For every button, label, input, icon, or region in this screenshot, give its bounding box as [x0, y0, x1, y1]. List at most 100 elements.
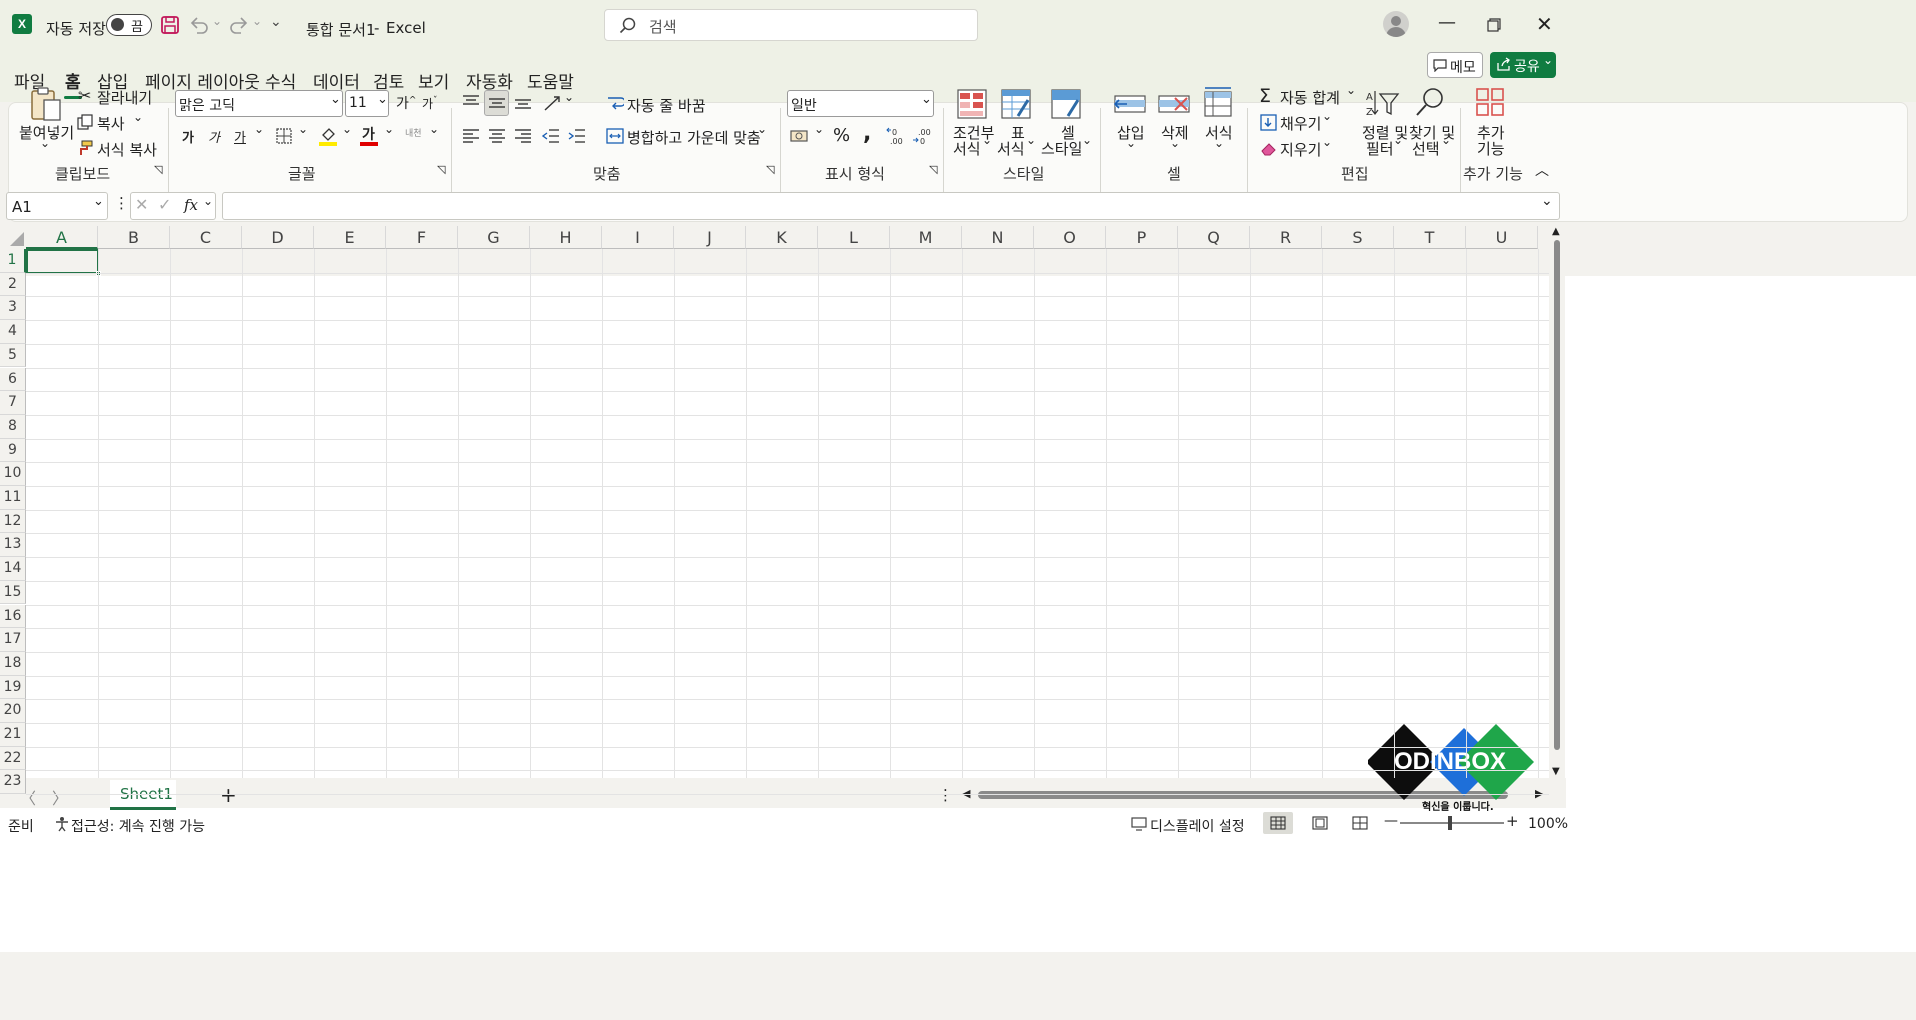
redo-icon[interactable] [228, 15, 250, 35]
format-dropdown-icon[interactable]: ⌄ [1214, 136, 1224, 150]
underline-button[interactable]: 가 [234, 127, 246, 146]
row-header-13[interactable]: 13 [0, 533, 26, 558]
enter-icon[interactable]: ✓ [158, 195, 171, 214]
shrink-font-button[interactable]: 가ˇ [422, 95, 438, 112]
row-header-15[interactable]: 15 [0, 580, 26, 605]
autosave-toggle[interactable]: 끔 [106, 14, 152, 36]
redo-dropdown-icon[interactable]: ⌄ [252, 14, 262, 28]
row-header-22[interactable]: 22 [0, 746, 26, 771]
row-header-3[interactable]: 3 [0, 296, 26, 321]
collapse-ribbon-icon[interactable]: ︿ [1535, 160, 1549, 180]
fill-color-icon[interactable] [318, 125, 338, 147]
next-sheet-icon[interactable]: 〉 [52, 785, 68, 809]
row-header-20[interactable]: 20 [0, 699, 26, 723]
select-all-corner-icon[interactable] [0, 226, 26, 248]
column-header-f[interactable]: F [386, 226, 458, 249]
column-header-q[interactable]: Q [1178, 226, 1250, 249]
autosum-label[interactable]: 자동 합계 [1280, 87, 1340, 108]
accessibility-icon[interactable] [54, 816, 70, 832]
conditional-format-label-2[interactable]: 서식 [953, 138, 981, 159]
column-header-h[interactable]: H [530, 226, 602, 249]
row-header-14[interactable]: 14 [0, 557, 26, 581]
conditional-format-icon[interactable] [956, 88, 988, 120]
restore-icon[interactable] [1487, 18, 1501, 32]
column-header-c[interactable]: C [170, 226, 242, 249]
column-header-a[interactable]: A [26, 226, 98, 249]
merge-dropdown-icon[interactable]: ⌄ [757, 122, 767, 136]
merge-center-label[interactable]: 병합하고 가운데 맞춤 [627, 127, 761, 148]
row-header-19[interactable]: 19 [0, 675, 26, 700]
column-header-k[interactable]: K [746, 226, 818, 249]
column-header-b[interactable]: B [98, 226, 170, 249]
font-launcher-icon[interactable]: ◹ [437, 163, 445, 176]
increase-decimal-icon[interactable]: 0.00 [886, 126, 908, 146]
row-header-4[interactable]: 4 [0, 320, 26, 344]
format-painter-label[interactable]: 서식 복사 [97, 139, 157, 160]
column-header-n[interactable]: N [962, 226, 1034, 249]
wrap-text-icon[interactable] [606, 94, 624, 112]
fill-color-dropdown-icon[interactable]: ⌄ [342, 122, 352, 136]
copy-dropdown-icon[interactable]: ⌄ [133, 110, 143, 124]
format-as-table-dropdown-icon[interactable]: ⌄ [1026, 133, 1036, 147]
row-header-23[interactable]: 23 [0, 770, 26, 795]
row-header-16[interactable]: 16 [0, 604, 26, 629]
row-header-12[interactable]: 12 [0, 509, 26, 534]
vertical-scrollbar[interactable]: ▲ ▼ [1549, 226, 1565, 782]
font-color-button[interactable]: 가 [362, 124, 375, 144]
zoom-out-icon[interactable]: — [1384, 813, 1398, 829]
zoom-level[interactable]: 100% [1528, 816, 1568, 832]
insert-function-button[interactable]: fx [184, 196, 198, 214]
sort-filter-dropdown-icon[interactable]: ⌄ [1393, 133, 1403, 147]
align-center-icon[interactable] [488, 128, 506, 144]
memo-button[interactable]: 메모 [1427, 52, 1483, 78]
cell-styles-dropdown-icon[interactable]: ⌄ [1082, 133, 1092, 147]
decrease-indent-icon[interactable] [542, 128, 560, 144]
share-button[interactable]: 공유 ⌄ [1490, 52, 1556, 78]
cancel-icon[interactable]: ✕ [135, 195, 148, 214]
close-window-icon[interactable]: ✕ [1536, 12, 1553, 36]
merge-center-icon[interactable] [606, 128, 624, 144]
font-size-select[interactable]: 11 ⌄ [345, 90, 389, 117]
clipboard-launcher-icon[interactable]: ◹ [154, 163, 162, 176]
format-as-table-label-2[interactable]: 서식 [997, 138, 1025, 159]
cut-label[interactable]: 잘라내기 [97, 87, 152, 108]
clear-label[interactable]: 지우기 [1280, 139, 1321, 160]
delete-dropdown-icon[interactable]: ⌄ [1170, 136, 1180, 150]
zoom-in-icon[interactable]: + [1506, 812, 1519, 830]
column-header-u[interactable]: U [1466, 226, 1538, 249]
comma-button[interactable]: , [863, 121, 871, 146]
phonetic-button[interactable]: 내천 [405, 126, 422, 139]
row-header-11[interactable]: 11 [0, 486, 26, 510]
row-header-21[interactable]: 21 [0, 723, 26, 747]
column-header-r[interactable]: R [1250, 226, 1322, 249]
row-header-7[interactable]: 7 [0, 391, 26, 415]
align-left-icon[interactable] [462, 128, 480, 144]
column-header-m[interactable]: M [890, 226, 962, 249]
scroll-thumb[interactable] [1554, 240, 1560, 750]
column-header-s[interactable]: S [1322, 226, 1394, 249]
eraser-icon[interactable] [1260, 140, 1277, 157]
fill-dropdown-icon[interactable]: ⌄ [1322, 109, 1332, 123]
find-select-icon[interactable] [1414, 86, 1446, 118]
format-as-table-icon[interactable] [1000, 88, 1032, 120]
paste-icon[interactable] [28, 86, 64, 122]
column-header-l[interactable]: L [818, 226, 890, 249]
display-settings-icon[interactable] [1131, 817, 1147, 831]
accounting-dropdown-icon[interactable]: ⌄ [814, 122, 824, 136]
conditional-format-dropdown-icon[interactable]: ⌄ [982, 133, 992, 147]
zoom-slider[interactable] [1400, 816, 1504, 830]
row-header-2[interactable]: 2 [0, 272, 26, 297]
italic-button[interactable]: 가 [208, 127, 220, 146]
insert-dropdown-icon[interactable]: ⌄ [1126, 136, 1136, 150]
more-options-icon[interactable]: ⋮ [114, 194, 129, 212]
page-break-view-icon[interactable] [1352, 816, 1368, 830]
format-cells-icon[interactable] [1203, 86, 1233, 118]
row-header-8[interactable]: 8 [0, 414, 26, 439]
normal-view-button[interactable] [1263, 812, 1293, 834]
fill-label[interactable]: 채우기 [1280, 113, 1321, 134]
formula-input[interactable]: ⌄ [222, 192, 1560, 220]
find-select-dropdown-icon[interactable]: ⌄ [1441, 133, 1451, 147]
accessibility-status[interactable]: 접근성: 계속 진행 가능 [71, 816, 205, 836]
row-header-1[interactable]: 1 [0, 249, 26, 273]
add-ins-icon[interactable] [1476, 88, 1504, 116]
